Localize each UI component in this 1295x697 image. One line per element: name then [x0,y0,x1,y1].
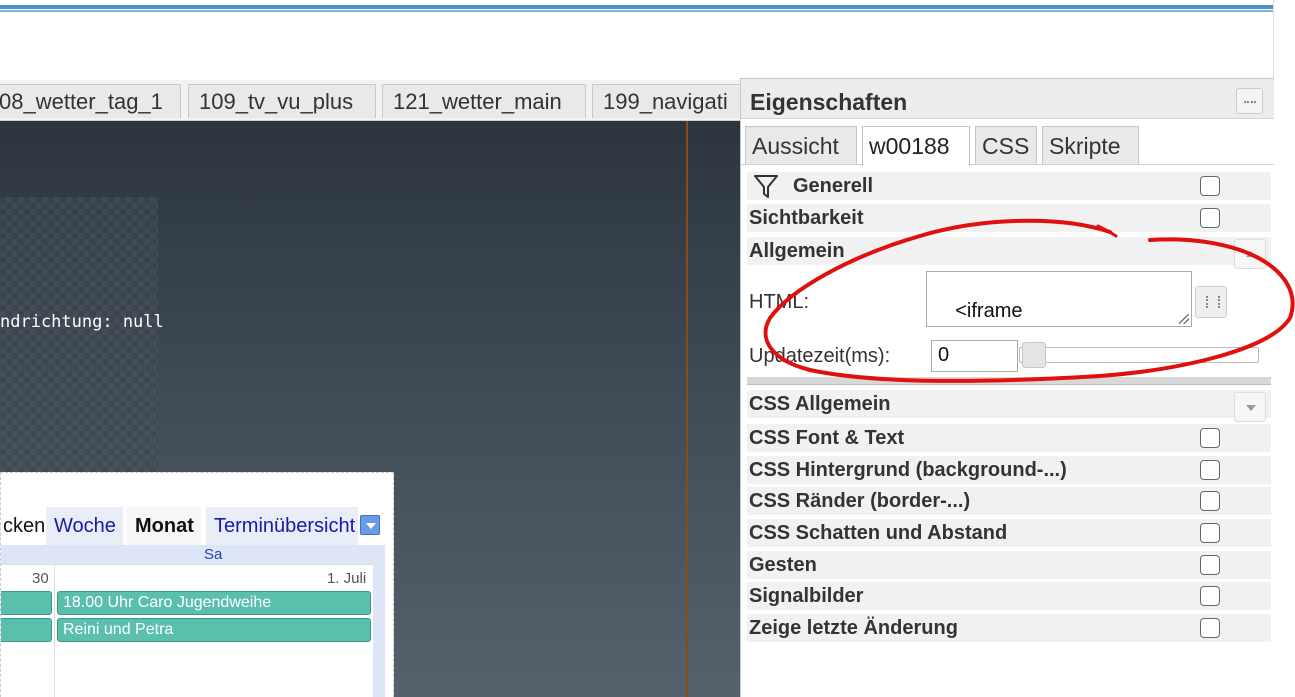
tab-aussicht[interactable]: Aussicht [745,126,857,164]
top-accent-bar [0,0,1274,14]
day-number-prev: 30 [32,570,49,587]
group-sichtbarkeit[interactable]: Sichtbarkeit [747,204,1271,232]
sichtbarkeit-checkbox[interactable] [1200,208,1220,228]
filter-icon[interactable] [751,171,781,201]
calendar-tab-partial[interactable]: cken [1,507,45,545]
letzte-aenderung-checkbox[interactable] [1200,618,1220,638]
calendar-widget[interactable]: cken Woche Monat Terminübersicht Sa 30 1… [0,472,394,697]
group-css-hintergrund[interactable]: CSS Hintergrund (background-...) [747,456,1271,484]
group-css-hintergrund-label: CSS Hintergrund (background-...) [749,459,1067,481]
group-gesten[interactable]: Gesten [747,551,1271,579]
view-tab-wetter-main[interactable]: 121_wetter_main [382,84,586,118]
group-letzte-aenderung[interactable]: Zeige letzte Änderung [747,614,1271,642]
css-font-checkbox[interactable] [1200,428,1220,448]
group-css-font-label: CSS Font & Text [749,427,905,449]
tab-w00188[interactable]: w00188 [862,126,970,166]
generell-checkbox[interactable] [1200,176,1220,196]
group-letzte-aenderung-label: Zeige letzte Änderung [749,617,958,639]
dropdown-icon[interactable] [360,515,380,535]
chevron-up-icon[interactable] [1234,239,1266,269]
editor-canvas[interactable]: ndrichtung: null cken Woche Monat Termin… [0,121,740,697]
slider-handle[interactable] [1022,342,1046,368]
panel-menu-icon[interactable] [1236,88,1263,114]
calendar-tab-week[interactable]: Woche [46,507,123,545]
group-signalbilder[interactable]: Signalbilder [747,582,1271,610]
chevron-down-icon[interactable] [1234,392,1266,422]
html-label: HTML: [749,291,809,313]
group-css-allgemein[interactable]: CSS Allgemein [747,390,1271,422]
calendar-grid: 30 1. Juli 18.00 Uhr Caro Jugendweihe Re… [1,546,385,697]
update-time-input[interactable]: 0 [931,340,1018,372]
properties-tabs: Aussicht w00188 CSS Skripte [741,121,1274,166]
update-label: Updatezeit(ms): [749,345,891,367]
tab-skripte[interactable]: Skripte [1042,126,1139,164]
group-css-raender[interactable]: CSS Ränder (border-...) [747,487,1271,515]
calendar-scrollbar-col [373,546,385,697]
group-css-allgemein-label: CSS Allgemein [749,393,891,415]
panel-title: Eigenschaften [750,89,908,115]
group-signalbilder-label: Signalbilder [749,585,864,607]
group-generell[interactable]: Generell [747,172,1271,200]
view-tabs: 08_wetter_tag_1 109_tv_vu_plus 121_wette… [0,80,740,121]
group-allgemein[interactable]: Allgemein [747,237,1271,269]
accent-line [0,5,1274,9]
event-bar-prev-1[interactable] [1,591,52,615]
css-raender-checkbox[interactable] [1200,491,1220,511]
signalbilder-checkbox[interactable] [1200,586,1220,606]
css-schatten-checkbox[interactable] [1200,523,1220,543]
wind-direction-text: ndrichtung: null [0,312,164,332]
event-bar-prev-2[interactable] [1,618,52,642]
view-tab-tv-vu-plus[interactable]: 109_tv_vu_plus [188,84,376,118]
transparent-widget-area[interactable] [0,197,158,472]
group-css-raender-label: CSS Ränder (border-...) [749,490,971,512]
edit-html-icon[interactable] [1195,286,1227,318]
html-textarea[interactable]: <iframe src="https://calendar.g [926,271,1192,327]
day-number-current[interactable]: 1. Juli [327,570,366,587]
group-gesten-label: Gesten [749,554,817,576]
view-tab-wetter-tag[interactable]: 08_wetter_tag_1 [0,84,181,118]
group-sichtbarkeit-label: Sichtbarkeit [749,207,864,229]
event-reini-petra[interactable]: Reini und Petra [57,618,371,642]
day-divider [54,565,55,697]
event-caro-jugendweihe[interactable]: 18.00 Uhr Caro Jugendweihe [57,591,371,615]
css-hintergrund-checkbox[interactable] [1200,460,1220,480]
weekday-sa: Sa [204,546,223,563]
view-tab-navigation[interactable]: 199_navigati [592,84,740,118]
resize-grip-icon[interactable] [1179,314,1189,324]
group-generell-label: Generell [793,175,874,197]
group-css-font[interactable]: CSS Font & Text [747,424,1271,452]
calendar-tab-month[interactable]: Monat [127,507,201,545]
properties-panel: Eigenschaften Aussicht w00188 CSS Skript… [740,78,1274,697]
update-time-slider[interactable] [1019,347,1259,363]
weekday-header: Sa [1,545,385,564]
calendar-tab-agenda[interactable]: Terminübersicht [206,507,358,545]
html-textarea-value: <iframe src="https://calendar.g [933,300,1131,326]
group-separator [747,377,1271,385]
tab-css[interactable]: CSS [975,126,1037,164]
calendar-frame: cken Woche Monat Terminübersicht Sa 30 1… [1,479,385,697]
group-css-schatten[interactable]: CSS Schatten und Abstand [747,519,1271,547]
group-css-schatten-label: CSS Schatten und Abstand [749,522,1008,544]
group-allgemein-label: Allgemein [749,240,845,262]
accent-line-thin [0,10,1274,12]
panel-header: Eigenschaften [741,79,1274,119]
view-boundary-line [686,121,688,697]
gesten-checkbox[interactable] [1200,555,1220,575]
